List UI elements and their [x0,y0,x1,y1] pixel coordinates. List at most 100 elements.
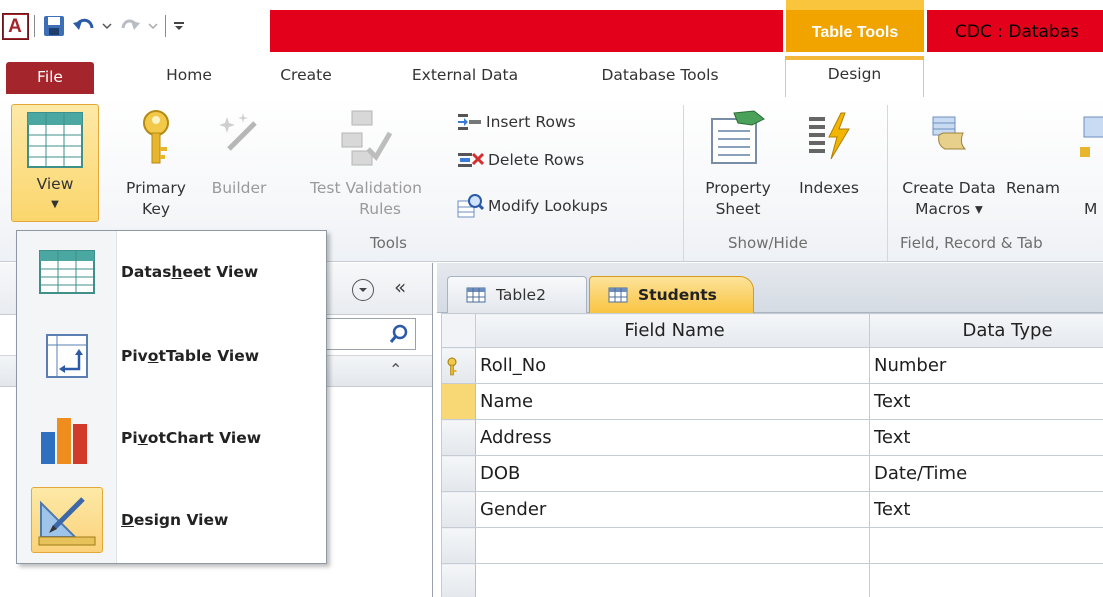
data-type-cell[interactable]: Number [869,347,1103,384]
table-tools-contextual-group: Table Tools [786,0,924,52]
data-type-cell[interactable]: Text [869,491,1103,528]
magic-wand-icon [219,113,257,151]
quick-access-toolbar: A [0,10,270,42]
modify-lookups-icon [457,194,484,218]
insert-rows-button[interactable]: Insert Rows [456,111,576,133]
customize-qat-icon[interactable] [170,11,188,41]
chevron-down-icon: ▼ [51,199,59,210]
field-name-cell[interactable]: Roll_No [475,347,870,384]
search-icon [389,324,408,343]
primary-key-button[interactable]: Primary Key [118,109,194,220]
lightning-indexes-icon [809,112,850,160]
menu-item-pivottable-view[interactable]: PivotTable View [20,319,323,393]
delete-rows-icon [458,152,484,167]
field-name-header[interactable]: Field Name [475,313,870,348]
datasheet-grid-icon [27,112,83,168]
title-bar-fill [270,10,783,52]
modify-lookups-button[interactable]: Modify Lookups [456,193,608,219]
table-icon [466,287,486,303]
tab-home[interactable]: Home [150,62,228,98]
field-name-cell[interactable]: Address [475,419,870,456]
data-type-cell[interactable] [869,563,1103,597]
row-selector[interactable] [441,491,476,528]
row-selector[interactable] [441,563,476,597]
data-type-cell[interactable]: Text [869,419,1103,456]
tab-create[interactable]: Create [266,62,346,98]
data-type-cell[interactable] [869,527,1103,564]
builder-label: Builder [211,179,267,197]
field-name-cell[interactable] [475,563,870,597]
create-data-macros-button[interactable]: Create Data Macros ▾ [897,109,1001,220]
row-selector[interactable] [441,383,476,420]
undo-icon[interactable] [69,11,99,41]
field-name-cell[interactable]: Name [475,383,870,420]
field-name-cell[interactable]: DOB [475,455,870,492]
row-selector[interactable] [441,527,476,564]
tab-external-data[interactable]: External Data [390,62,540,98]
table-row[interactable]: Address Text [441,419,1103,456]
menu-item-label: PivotTable View [121,347,260,365]
pivottable-view-icon [45,334,88,378]
collapse-group-icon[interactable]: ⌃ [389,360,402,379]
table-row[interactable]: Name Text [441,383,1103,420]
indexes-button[interactable]: Indexes [784,109,874,199]
tab-table2[interactable]: Table2 [447,276,587,313]
tools-group-label: Tools [370,234,407,252]
redo-dropdown-icon [145,11,161,41]
tab-students-label: Students [638,286,717,304]
table-design-grid: Field Name Data Type Roll_No Number Name Te… [441,313,1103,597]
property-sheet-icon [711,110,765,164]
undo-dropdown-icon[interactable] [99,11,115,41]
table-row[interactable]: Gender Text [441,491,1103,528]
ribbon-tabs: File Home Create External Data Database … [0,52,1103,99]
primary-key-icon [447,357,457,375]
show-hide-group-label: Show/Hide [728,234,808,252]
data-type-cell[interactable]: Text [869,383,1103,420]
property-sheet-label-1: Property [705,179,771,197]
access-app-icon[interactable]: A [0,11,30,41]
tab-table2-label: Table2 [496,286,546,304]
navigation-search-input[interactable] [326,318,416,350]
row-selector[interactable] [441,419,476,456]
menu-item-pivotchart-view[interactable]: PivotChart View [20,401,323,475]
table-row[interactable]: DOB Date/Time [441,455,1103,492]
view-dropdown-menu: Datasheet View PivotTable View PivotChar… [16,230,327,564]
menu-item-datasheet-view[interactable]: Datasheet View [20,235,323,309]
table-row[interactable] [441,527,1103,564]
field-name-cell[interactable]: Gender [475,491,870,528]
window-title: CDC : Databas [927,10,1103,52]
field-name-cell[interactable] [475,527,870,564]
key-icon [143,110,169,164]
title-bar: A Table Tools CDC : Databas [0,0,1103,52]
menu-item-design-view[interactable]: Design View [20,483,323,557]
row-selector[interactable] [441,455,476,492]
row-selector[interactable] [441,347,476,384]
create-data-macros-label-2: Macros ▾ [915,200,983,218]
nav-menu-dropdown-icon[interactable] [352,279,374,301]
design-view-icon [38,497,95,546]
tab-database-tools[interactable]: Database Tools [580,62,740,98]
tab-design[interactable]: Design [785,56,924,99]
test-validation-label-1: Test Validation [310,179,422,197]
insert-rows-icon [458,114,481,130]
rename-delete-macro-button[interactable]: Renam M [1004,109,1103,220]
group-separator [887,105,888,261]
data-type-cell[interactable]: Date/Time [869,455,1103,492]
data-macro-scroll-icon [932,116,967,150]
table-row[interactable]: Roll_No Number [441,347,1103,384]
tab-file[interactable]: File [6,62,94,94]
shutter-bar-close-icon[interactable]: « [394,275,406,299]
menu-item-label: PivotChart View [121,429,262,447]
document-tabs: Table2 Students [437,263,1103,313]
delete-rows-button[interactable]: Delete Rows [456,149,584,171]
menu-item-label: Datasheet View [121,263,259,281]
property-sheet-button[interactable]: Property Sheet [694,109,782,220]
table-row[interactable] [441,563,1103,597]
tab-students[interactable]: Students [589,276,754,313]
data-type-header[interactable]: Data Type [869,313,1103,348]
create-data-macros-label-1: Create Data [902,179,996,197]
select-all-corner[interactable] [441,313,476,348]
view-button[interactable]: View ▼ [11,104,99,222]
save-icon[interactable] [39,11,69,41]
table-icon [608,287,628,303]
